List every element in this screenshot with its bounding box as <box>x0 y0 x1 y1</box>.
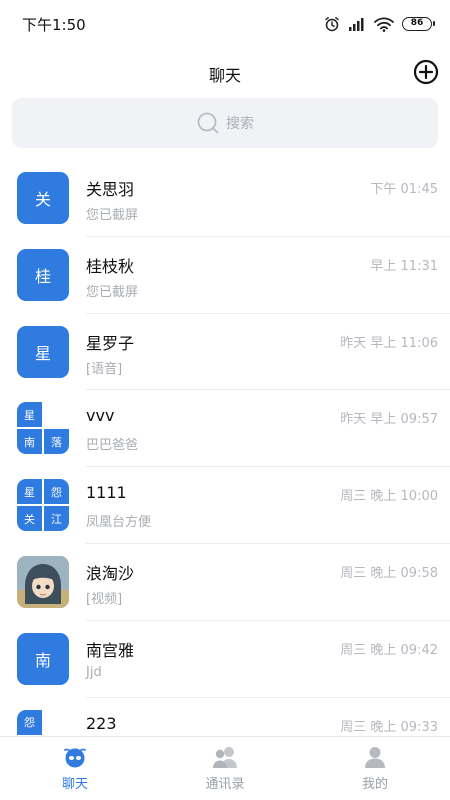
alarm-icon <box>325 17 339 32</box>
avatar-cell: 关 <box>17 506 42 532</box>
status-icons: 86 <box>324 14 435 34</box>
tab-label: 聊天 <box>61 777 88 792</box>
chat-name: 星罗子 <box>86 333 135 353</box>
chat-preview: [语音] <box>86 361 123 377</box>
chat-preview: 凤凰台方便 <box>86 515 152 531</box>
status-bar: 下午1:50 86 <box>0 0 450 48</box>
chat-time: 下午 01:45 <box>370 182 438 197</box>
chat-item[interactable]: 关 关思羽 您已截屏 下午 01:45 <box>0 160 450 237</box>
chat-time: 昨天 早上 09:57 <box>340 412 438 428</box>
avatar-cell: 怨 <box>44 479 69 505</box>
chat-time: 周三 晚上 09:33 <box>340 719 438 735</box>
chat-name: 南宫雅 <box>86 640 135 660</box>
avatar-cell: 星 <box>17 479 42 505</box>
contacts-icon <box>213 747 237 768</box>
wifi-icon <box>374 17 394 32</box>
battery-indicator: 86 <box>402 17 435 31</box>
add-button[interactable] <box>412 58 440 86</box>
chat-preview: Jjd <box>86 664 102 680</box>
group-avatar: 星 南 落 <box>17 402 69 455</box>
avatar-cell <box>44 709 69 735</box>
avatar: 南 <box>17 632 69 685</box>
chat-name: 浪淘沙 <box>86 563 135 583</box>
anime-girl-avatar-image <box>17 555 69 608</box>
avatar-cell: 怨 <box>17 709 42 735</box>
chat-time: 昨天 早上 11:06 <box>340 335 438 351</box>
chat-name: 1111 <box>86 483 127 503</box>
avatar-cell <box>44 402 69 428</box>
chat-item[interactable]: 怨 223 周三 晚上 09:33 <box>0 698 450 735</box>
plus-circle-icon <box>413 59 439 85</box>
search-icon <box>197 112 219 134</box>
chat-list: 关 关思羽 您已截屏 下午 01:45 桂 桂枝秋 您已截屏 早上 11:31 … <box>0 160 450 735</box>
chat-name: 关思羽 <box>86 180 135 199</box>
chat-item[interactable]: 桂 桂枝秋 您已截屏 早上 11:31 <box>0 237 450 314</box>
search-bar[interactable]: 搜索 <box>12 98 438 148</box>
chat-time: 早上 11:31 <box>370 258 438 274</box>
avatar-cell: 落 <box>44 429 69 455</box>
avatar-cell: 江 <box>44 506 69 532</box>
avatar-cell: 南 <box>17 429 42 455</box>
chat-preview: 您已截屏 <box>86 208 139 223</box>
chat-name: 223 <box>86 713 117 733</box>
chat-time: 周三 晚上 09:42 <box>340 642 438 658</box>
tab-label: 我的 <box>361 777 388 792</box>
page-title: 聊天 <box>208 66 241 85</box>
chat-item[interactable]: 星 南 落 vvv 巴巴爸爸 昨天 早上 09:57 <box>0 390 450 468</box>
tab-profile[interactable]: 我的 <box>300 737 450 800</box>
chat-time: 周三 晚上 09:58 <box>340 565 438 581</box>
status-time: 下午1:50 <box>22 16 86 34</box>
chat-item[interactable]: 星 星罗子 [语音] 昨天 早上 11:06 <box>0 314 450 391</box>
chat-preview: 您已截屏 <box>86 284 139 300</box>
tab-contacts[interactable]: 通讯录 <box>150 737 300 800</box>
profile-icon <box>365 747 385 768</box>
avatar-cell: 星 <box>17 402 42 428</box>
photo-avatar <box>17 555 69 608</box>
chat-item[interactable]: 星 怨 关 江 1111 凤凰台方便 周三 晚上 10:00 <box>0 467 450 544</box>
chat-icon <box>64 748 86 768</box>
chat-item[interactable]: 浪淘沙 [视频] 周三 晚上 09:58 <box>0 544 450 621</box>
tab-chat[interactable]: 聊天 <box>0 737 150 800</box>
chat-item[interactable]: 南 南宫雅 Jjd 周三 晚上 09:42 <box>0 621 450 698</box>
chat-preview: 巴巴爸爸 <box>86 438 139 454</box>
group-avatar: 星 怨 关 江 <box>17 479 69 532</box>
avatar: 关 <box>17 172 69 224</box>
search-placeholder: 搜索 <box>226 116 254 132</box>
header: 聊天 <box>0 48 450 96</box>
tab-label: 通讯录 <box>205 777 245 792</box>
group-avatar: 怨 <box>17 709 69 735</box>
chat-name: 桂枝秋 <box>86 256 135 276</box>
avatar: 桂 <box>17 248 69 301</box>
avatar: 星 <box>17 325 69 378</box>
chat-time: 周三 晚上 10:00 <box>340 489 438 505</box>
bottom-tab-bar: 聊天 通讯录 我的 <box>0 736 450 800</box>
signal-icon <box>349 18 364 31</box>
chat-preview: [视频] <box>86 591 123 607</box>
chat-name: vvv <box>86 406 115 426</box>
